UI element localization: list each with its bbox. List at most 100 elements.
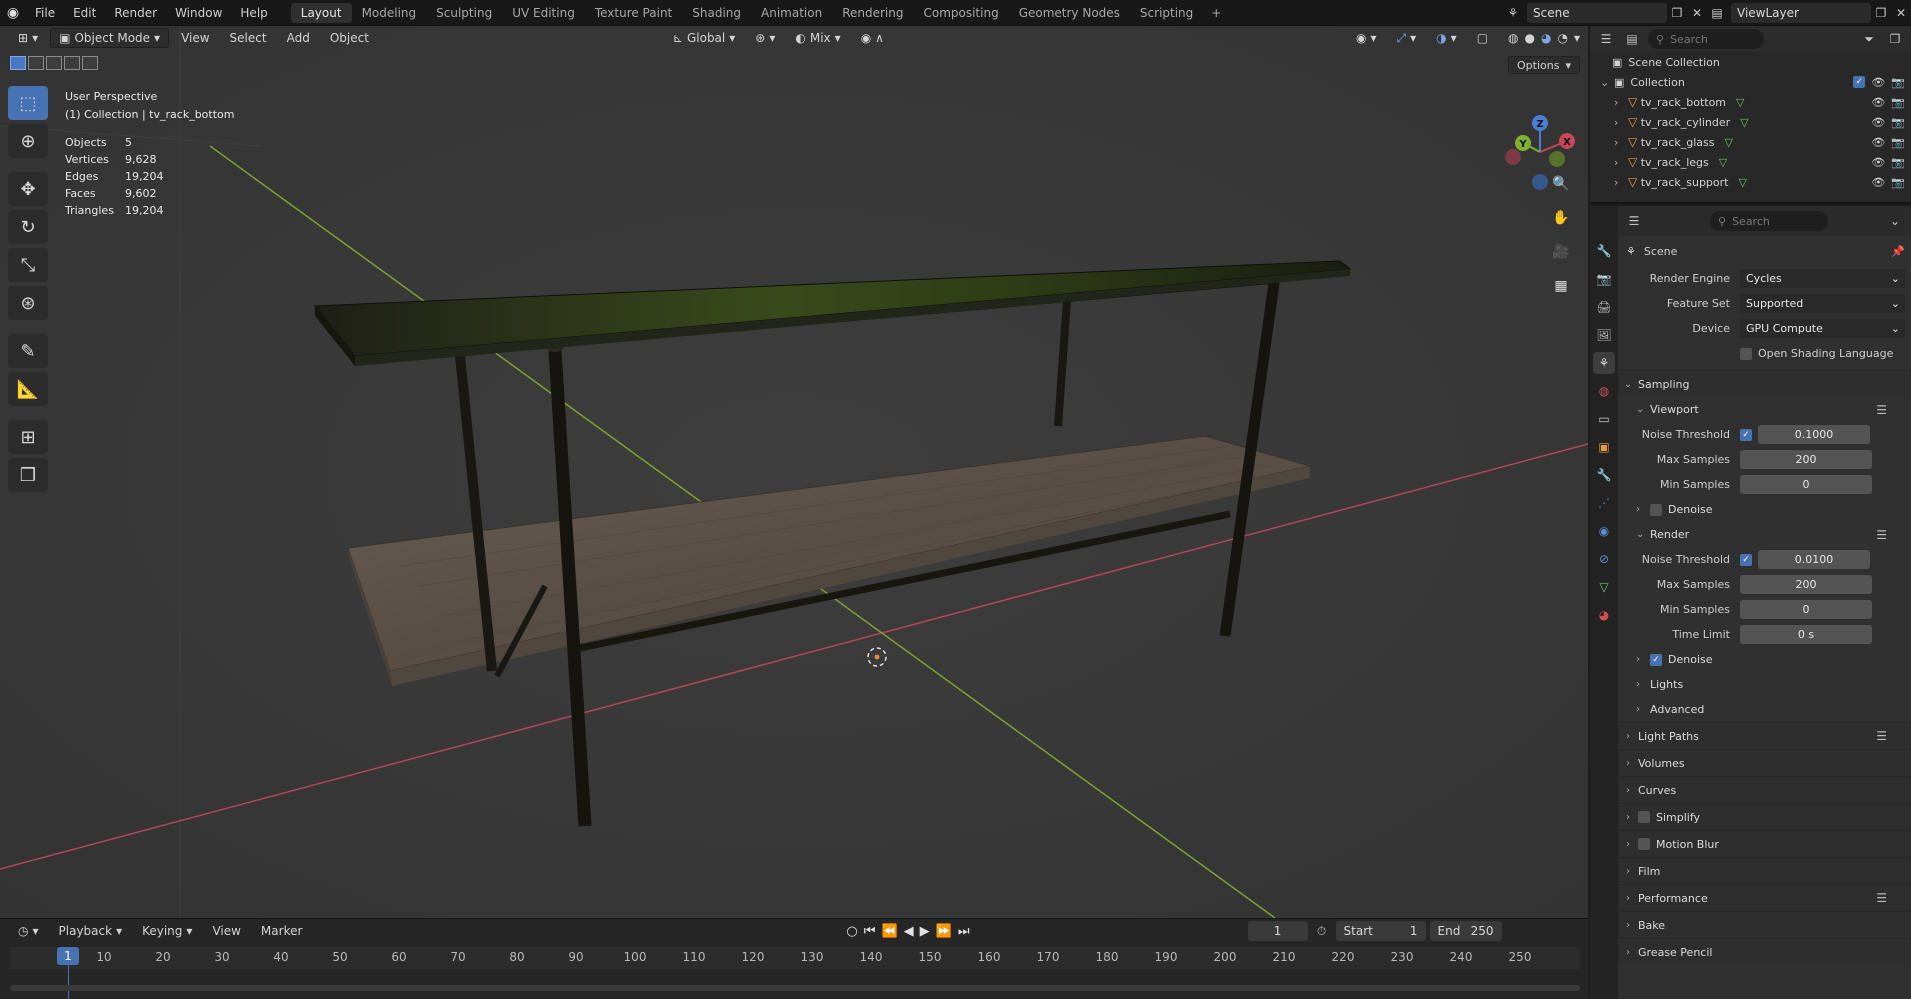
tab-modeling[interactable]: Modeling	[352, 3, 427, 23]
view-layer-selector[interactable]: ViewLayer	[1731, 3, 1871, 23]
scale-tool-icon[interactable]: ⤡	[8, 248, 48, 282]
delete-scene-icon[interactable]: ✕	[1687, 3, 1707, 23]
editor-type-button[interactable]: ⊞ ▾	[10, 28, 46, 48]
camera-icon[interactable]: 📷	[1891, 96, 1905, 109]
particles-tab-icon[interactable]: ⋰	[1593, 492, 1615, 514]
proportional-edit-button[interactable]: ◉ ∧	[853, 28, 892, 48]
tool-tab-icon[interactable]: 🔧	[1593, 240, 1615, 262]
osl-checkbox[interactable]	[1740, 347, 1752, 360]
shading-modes[interactable]: ◍ ● ◕ ◔ ▾	[1500, 28, 1588, 48]
play-icon[interactable]: ▶	[920, 924, 930, 939]
render-max-samples-field[interactable]: 200	[1740, 575, 1872, 594]
exclude-checkbox[interactable]: ✓	[1853, 75, 1866, 88]
data-tab-icon[interactable]: ▽	[1593, 576, 1615, 598]
presets-list-icon[interactable]: ☰	[1876, 403, 1887, 417]
stopwatch-icon[interactable]: ⏱	[1312, 921, 1332, 941]
select-extend-icon[interactable]	[28, 56, 44, 70]
menu-view[interactable]: View	[173, 28, 217, 48]
prev-keyframe-icon[interactable]: ⏪	[881, 924, 897, 939]
menu-keying[interactable]: Keying ▾	[134, 921, 200, 941]
presets-list-icon[interactable]: ☰	[1876, 891, 1887, 905]
viewport-subpanel-header[interactable]: ⌄ Viewport ☰	[1618, 397, 1911, 422]
curves-panel-header[interactable]: › Curves	[1618, 776, 1911, 803]
bake-panel-header[interactable]: › Bake	[1618, 911, 1911, 938]
device-dropdown[interactable]: GPU Compute ⌄	[1740, 319, 1906, 338]
outliner-item-tv-rack-cylinder[interactable]: › ▽ tv_rack_cylinder ▽ 👁 📷	[1590, 112, 1911, 132]
perspective-grid-icon[interactable]: ▦	[1548, 273, 1574, 299]
eye-icon[interactable]: 👁	[1871, 136, 1885, 149]
render-denoise-header[interactable]: › ✓ Denoise	[1618, 647, 1911, 672]
display-mode-icon[interactable]: ▤	[1622, 29, 1642, 49]
chevron-right-icon[interactable]: ›	[1614, 176, 1628, 189]
performance-panel-header[interactable]: › Performance ☰	[1618, 884, 1911, 911]
outliner-item-tv-rack-glass[interactable]: › ▽ tv_rack_glass ▽ 👁 📷	[1590, 132, 1911, 152]
scene-selector[interactable]: Scene	[1527, 3, 1667, 23]
scene-collection-row[interactable]: ▣ Scene Collection	[1590, 52, 1911, 72]
scene-icon[interactable]: ⚘	[1503, 3, 1523, 23]
volumes-panel-header[interactable]: › Volumes	[1618, 749, 1911, 776]
menu-file[interactable]: File	[26, 0, 64, 26]
jump-start-icon[interactable]: ⏮	[864, 924, 876, 939]
outliner-item-tv-rack-legs[interactable]: › ▽ tv_rack_legs ▽ 👁 📷	[1590, 152, 1911, 172]
timeline-ruler[interactable]: 10 20 30 40 50 60 70 80 90 100 110 120 1…	[10, 947, 1580, 999]
eye-icon[interactable]: 👁	[1871, 176, 1885, 189]
annotate-tool-icon[interactable]: ✎	[8, 334, 48, 368]
camera-icon[interactable]: 📷	[1891, 116, 1905, 129]
chevron-down-icon[interactable]: ⌄	[1600, 76, 1614, 89]
camera-icon[interactable]: 📷	[1891, 176, 1905, 189]
tab-uv-editing[interactable]: UV Editing	[502, 3, 585, 23]
menu-help[interactable]: Help	[231, 0, 276, 26]
camera-icon[interactable]: 📷	[1891, 136, 1905, 149]
film-panel-header[interactable]: › Film	[1618, 857, 1911, 884]
render-engine-dropdown[interactable]: Cycles ⌄	[1740, 269, 1906, 288]
outliner-item-tv-rack-support[interactable]: › ▽ tv_rack_support ▽ 👁 📷	[1590, 172, 1911, 192]
select-subtract-icon[interactable]	[46, 56, 62, 70]
menu-select[interactable]: Select	[222, 28, 275, 48]
camera-icon[interactable]: 📷	[1891, 76, 1905, 89]
tab-sculpting[interactable]: Sculpting	[426, 3, 502, 23]
visibility-dropdown[interactable]: ◉ ▾	[1348, 28, 1385, 48]
select-new-icon[interactable]	[10, 56, 26, 70]
select-intersect-icon[interactable]	[82, 56, 98, 70]
simplify-checkbox[interactable]	[1638, 811, 1650, 823]
chevron-right-icon[interactable]: ›	[1614, 116, 1628, 129]
tab-geometry-nodes[interactable]: Geometry Nodes	[1009, 3, 1130, 23]
sampling-panel-header[interactable]: ⌄ Sampling	[1618, 370, 1911, 397]
render-denoise-checkbox[interactable]: ✓	[1650, 653, 1662, 666]
eye-icon[interactable]: 👁	[1871, 116, 1885, 129]
eye-icon[interactable]: 👁	[1871, 156, 1885, 169]
menu-playback[interactable]: Playback ▾	[51, 921, 131, 941]
chevron-right-icon[interactable]: ›	[1614, 136, 1628, 149]
blender-logo-icon[interactable]: ◉	[0, 5, 26, 21]
constraints-tab-icon[interactable]: ⊘	[1593, 548, 1615, 570]
delete-view-layer-icon[interactable]: ✕	[1891, 3, 1911, 23]
xray-toggle[interactable]: ▢	[1469, 28, 1496, 48]
render-noise-threshold-field[interactable]: 0.0100	[1758, 550, 1870, 569]
options-dropdown[interactable]: Options ▾	[1508, 56, 1580, 74]
menu-marker[interactable]: Marker	[253, 921, 310, 941]
render-subpanel-header[interactable]: ⌄ Render ☰	[1618, 522, 1911, 547]
new-collection-icon[interactable]: ❐	[1885, 29, 1905, 49]
transform-tool-icon[interactable]: ⊛	[8, 286, 48, 320]
rotate-tool-icon[interactable]: ↻	[8, 210, 48, 244]
presets-list-icon[interactable]: ☰	[1876, 729, 1887, 743]
transform-orientation-dropdown[interactable]: ⊾ Global ▾	[665, 28, 743, 48]
tab-shading[interactable]: Shading	[682, 3, 751, 23]
viewport-denoise-checkbox[interactable]	[1650, 503, 1662, 516]
menu-window[interactable]: Window	[166, 0, 231, 26]
feature-set-dropdown[interactable]: Supported ⌄	[1740, 294, 1906, 313]
select-invert-icon[interactable]	[64, 56, 80, 70]
add-workspace-icon[interactable]: +	[1203, 6, 1229, 20]
lights-subpanel-header[interactable]: › Lights	[1618, 672, 1911, 697]
noise-threshold-checkbox[interactable]: ✓	[1740, 428, 1752, 441]
grease-pencil-panel-header[interactable]: › Grease Pencil	[1618, 938, 1911, 965]
overlay-toggle[interactable]: ◑ ▾	[1428, 28, 1465, 48]
properties-search-input[interactable]: ⚲ Search	[1710, 211, 1828, 231]
scene-tab-icon[interactable]: ⚘	[1593, 352, 1615, 374]
play-reverse-icon[interactable]: ◀	[904, 924, 914, 939]
tab-layout[interactable]: Layout	[290, 2, 352, 23]
noise-threshold-checkbox[interactable]: ✓	[1740, 553, 1752, 566]
move-tool-icon[interactable]: ✥	[8, 172, 48, 206]
eye-icon[interactable]: 👁	[1871, 76, 1885, 89]
menu-timeline-view[interactable]: View	[204, 921, 248, 941]
